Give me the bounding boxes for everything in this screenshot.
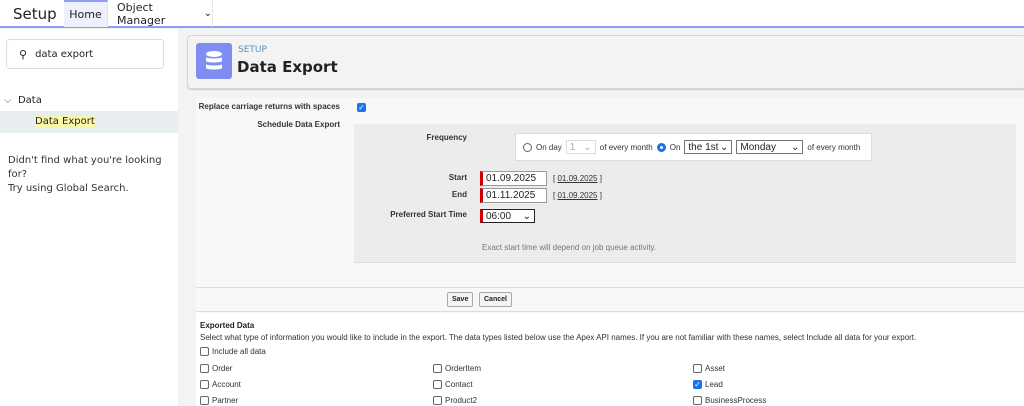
schedule-label: Schedule Data Export (257, 120, 340, 129)
chevron-down-icon: ⌄ (522, 210, 531, 222)
export-item-order[interactable]: Order (200, 364, 232, 373)
search-value: data export (35, 48, 94, 60)
weekday-value: Monday (740, 141, 776, 153)
chevron-down-icon: ⌄ (791, 141, 800, 153)
ordinal-value: the 1st (688, 141, 719, 153)
checkbox[interactable]: ✓ (693, 380, 702, 389)
start-date-link[interactable]: 01.09.2025 (557, 174, 597, 183)
help-text: Didn't find what you're looking for? Try … (8, 154, 178, 196)
search-icon: ⚲ (19, 47, 28, 61)
of-every-month: of every month (599, 142, 653, 152)
day-value: 1 (569, 141, 576, 153)
database-icon (196, 43, 232, 79)
export-item-lead[interactable]: ✓ Lead (693, 380, 723, 389)
checkbox-label: OrderItem (445, 364, 482, 373)
cancel-button[interactable]: Cancel (479, 292, 512, 307)
breadcrumb: SETUP (238, 45, 267, 55)
tab-object-manager[interactable]: Object Manager ⌄ (108, 0, 213, 27)
on-day-radio[interactable] (523, 142, 532, 152)
start-label: Start (448, 173, 467, 182)
help-line: Try using Global Search. (8, 183, 129, 194)
include-all-checkbox[interactable]: Include all data (200, 347, 266, 356)
save-button[interactable]: Save (447, 292, 474, 307)
export-item-businessprocess[interactable]: BusinessProcess (693, 396, 766, 405)
checkbox-label: Product2 (445, 396, 478, 405)
export-item-partner[interactable]: Partner (200, 396, 238, 405)
export-item-asset[interactable]: Asset (693, 364, 725, 373)
page-header: SETUP Data Export (187, 35, 1024, 89)
chevron-down-icon: ⌵ (4, 95, 12, 106)
sidebar-item-data-export[interactable]: Data Export (0, 111, 178, 133)
sidebar: ⚲ data export ⌵ Data Data Export Didn't f… (0, 29, 178, 406)
global-header: Setup Home Object Manager ⌄ (0, 0, 1024, 28)
checkbox-label: Order (212, 364, 233, 373)
weekday-select[interactable]: Monday ⌄ (736, 140, 804, 154)
replace-checkbox[interactable]: ✓ (357, 103, 366, 112)
start-date-input[interactable]: 01.09.2025 (480, 171, 547, 186)
day-select[interactable]: 1 ⌄ (565, 140, 596, 154)
frequency-label: Frequency (426, 133, 467, 142)
chevron-down-icon: ⌄ (583, 141, 592, 153)
checkbox-label: Partner (212, 396, 239, 405)
end-label: End (451, 190, 467, 199)
section-description: Select what type of information you woul… (200, 333, 917, 342)
export-item-contact[interactable]: Contact (433, 380, 473, 389)
checkbox-label: Lead (705, 380, 723, 389)
chevron-down-icon[interactable]: ⌄ (204, 8, 212, 19)
job-queue-note: Exact start time will depend on job queu… (482, 243, 657, 252)
checkbox[interactable] (433, 364, 442, 373)
end-date-link[interactable]: 01.09.2025 (557, 191, 597, 200)
page-title: Data Export (237, 58, 338, 76)
item-label: Data Export (35, 116, 95, 127)
end-date-input[interactable]: 01.11.2025 (480, 188, 547, 203)
time-value: 06:00 (486, 210, 512, 222)
checkbox[interactable] (693, 396, 702, 405)
checkbox-label: Asset (705, 364, 726, 373)
checkbox[interactable] (200, 396, 209, 405)
search-input[interactable]: ⚲ data export (6, 39, 164, 69)
tab-home[interactable]: Home (64, 0, 108, 27)
section-title: Exported Data (200, 321, 255, 330)
on-day-label: On day (536, 142, 562, 152)
tab-label: Home (69, 8, 102, 21)
checkbox-label: Include all data (212, 347, 266, 356)
group-label: Data (17, 95, 42, 106)
app-title: Setup (13, 5, 57, 23)
checkbox[interactable] (200, 380, 209, 389)
exported-data-section: Exported Data Select what type of inform… (196, 313, 1024, 406)
on-label: On (669, 142, 681, 152)
checkbox-label: Contact (445, 380, 473, 389)
checkbox[interactable] (693, 364, 702, 373)
frequency-options: On day 1 ⌄ of every month On the 1st ⌄ Mon… (515, 133, 872, 161)
checkbox[interactable] (433, 380, 442, 389)
export-item-product2[interactable]: Product2 (433, 396, 477, 405)
replace-label: Replace carriage returns with spaces (198, 102, 340, 111)
checkbox-label: Account (212, 380, 241, 389)
export-item-orderitem[interactable]: OrderItem (433, 364, 481, 373)
help-line: Didn't find what you're looking for? (8, 155, 162, 180)
ordinal-select[interactable]: the 1st ⌄ (684, 140, 733, 154)
chevron-down-icon: ⌄ (720, 141, 729, 153)
on-radio[interactable] (656, 142, 666, 152)
tree-group-data[interactable]: ⌵ Data (4, 95, 42, 106)
start-date-hint[interactable]: [ 01.09.2025 ] (553, 174, 602, 183)
tab-label: Object Manager (117, 0, 166, 27)
checkbox[interactable] (200, 364, 209, 373)
end-date-hint[interactable]: [ 01.09.2025 ] (553, 191, 602, 200)
checkbox[interactable] (433, 396, 442, 405)
checkbox[interactable] (200, 347, 209, 356)
start-time-select[interactable]: 06:00 ⌄ (480, 209, 535, 223)
of-every-month: of every month (807, 142, 861, 152)
checkbox-label: BusinessProcess (705, 396, 767, 405)
time-label: Preferred Start Time (390, 210, 467, 219)
button-bar (196, 287, 1024, 312)
export-item-account[interactable]: Account (200, 380, 241, 389)
